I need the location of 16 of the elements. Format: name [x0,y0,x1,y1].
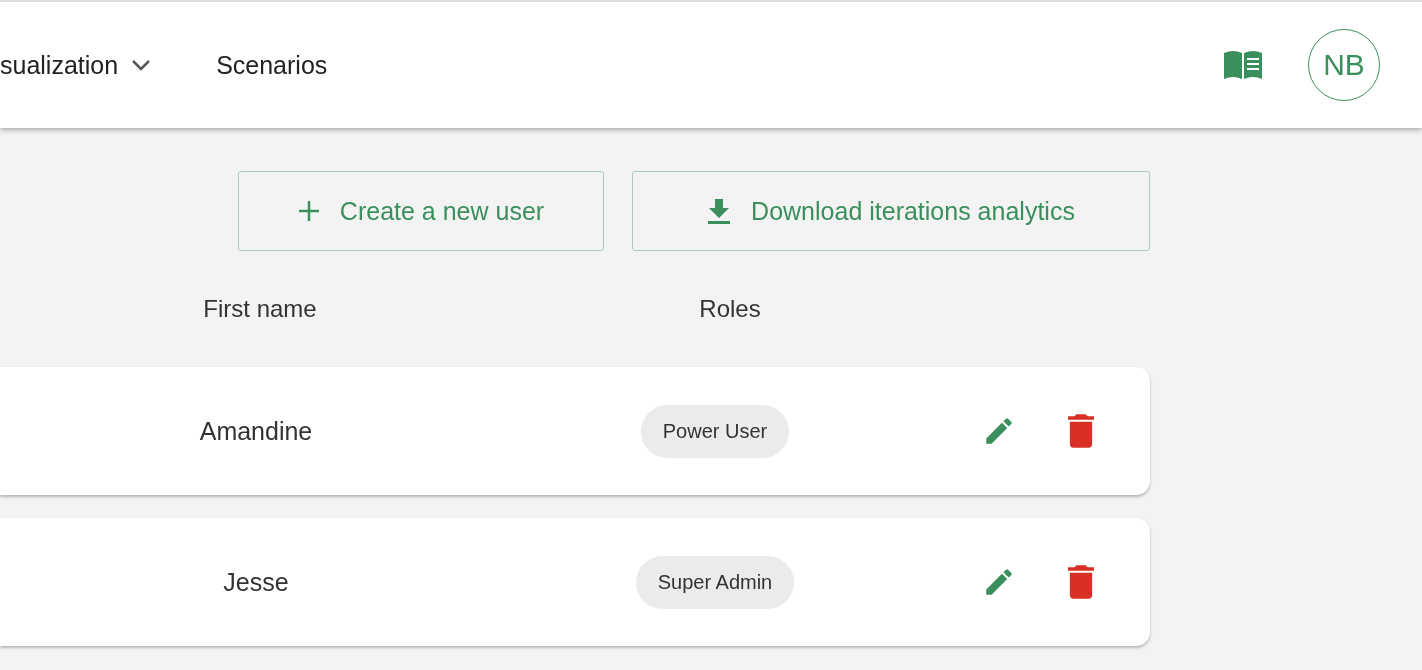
role-chip: Power User [640,404,790,458]
book-icon[interactable] [1222,49,1264,81]
plus-icon [297,200,320,222]
column-header: Roles [698,295,762,323]
download-icon [707,198,732,224]
create-user-button[interactable]: Create a new user [238,171,604,251]
nav-item[interactable]: Scenarios [216,50,328,80]
delete-trash-icon[interactable] [1068,414,1094,448]
first-name-cell: Amandine [199,416,313,445]
first-name-cell: Jesse [223,567,289,596]
column-header: First name [202,295,318,323]
role-chip: Super Admin [635,555,795,609]
chevron-down-icon [130,58,153,72]
delete-trash-icon[interactable] [1068,565,1094,599]
download-button[interactable]: Download iterations analytics [632,171,1150,251]
nav-item[interactable]: sualization [0,50,153,80]
